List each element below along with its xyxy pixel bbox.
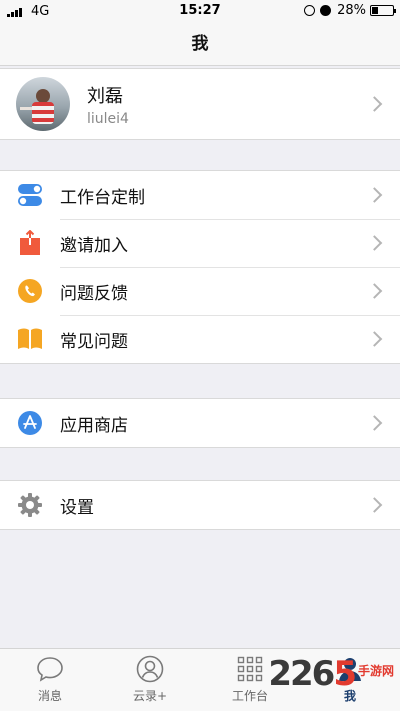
rotation-lock-icon [304,5,316,16]
menu-item-label: 应用商店 [60,415,128,436]
share-box-icon [17,230,43,256]
tab-label: 云录+ [132,689,168,703]
watermark-site: 手游网 [357,664,394,678]
alarm-icon [320,5,332,16]
battery-percent: 28% [337,3,366,18]
chevron-right-icon [366,415,383,431]
status-right: 28% [304,3,396,18]
profile-name: 刘磊 [87,85,123,107]
chevron-right-icon [366,235,383,251]
menu-group-1: 工作台定制 邀请加入 问题反馈 常见问题 [0,170,400,364]
menu-item-workbench-custom[interactable]: 工作台定制 [0,171,400,219]
chevron-right-icon [366,331,383,347]
watermark-logo: 2265 手游网 [268,657,394,691]
menu-item-label: 问题反馈 [60,283,128,304]
contact-icon [136,655,164,683]
chevron-right-icon [366,497,383,513]
app-store-icon [17,410,43,436]
tab-contacts[interactable]: 云录+ [100,649,200,711]
watermark-number: 2265 [268,654,357,694]
toggle-icon [17,182,43,208]
chat-icon [36,655,64,683]
chevron-right-icon [366,187,383,203]
menu-item-label: 邀请加入 [60,235,128,256]
tab-label: 工作台 [231,689,268,703]
status-bar: 4G 15:27 28% [0,0,400,22]
menu-group-3: 设置 [0,480,400,530]
menu-item-feedback[interactable]: 问题反馈 [0,267,400,315]
gear-icon [17,492,43,518]
tab-label: 消息 [37,689,62,703]
profile-names: 刘磊 liulei4 [87,82,129,127]
menu-item-label: 常见问题 [60,331,128,352]
tab-messages[interactable]: 消息 [0,649,100,711]
avatar [16,77,70,131]
profile-group: 刘磊 liulei4 [0,68,400,140]
book-icon [17,326,43,352]
profile-row[interactable]: 刘磊 liulei4 [0,69,400,139]
battery-icon [370,5,396,16]
chevron-right-icon [366,283,383,299]
menu-group-2: 应用商店 [0,398,400,448]
profile-username: liulei4 [87,110,129,127]
menu-item-label: 设置 [60,497,94,518]
menu-item-faq[interactable]: 常见问题 [0,315,400,363]
menu-item-app-store[interactable]: 应用商店 [0,399,400,447]
page-title: 我 [191,34,209,54]
menu-item-invite[interactable]: 邀请加入 [0,219,400,267]
grid-icon [236,655,264,683]
chevron-right-icon [366,96,383,112]
menu-item-settings[interactable]: 设置 [0,481,400,529]
nav-bar: 我 [0,22,400,66]
phone-icon [17,278,43,304]
menu-item-label: 工作台定制 [60,187,145,208]
